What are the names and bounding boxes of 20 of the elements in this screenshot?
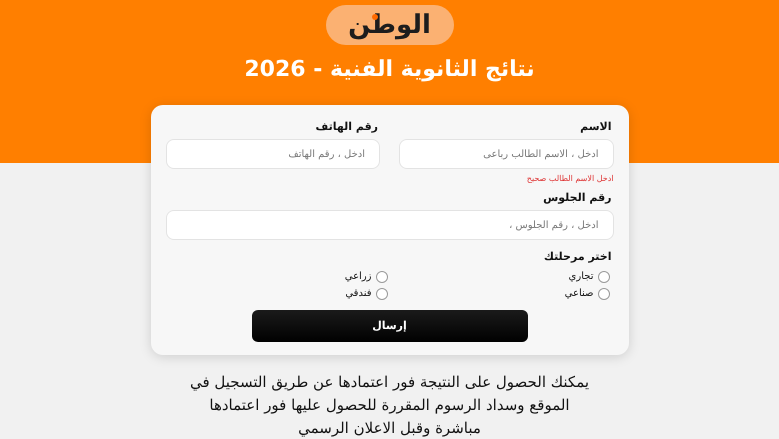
radio-button[interactable] xyxy=(376,271,388,283)
radio-option[interactable]: فندقي xyxy=(345,287,388,301)
field-label: الاسم xyxy=(579,119,612,135)
radio-option[interactable]: صناعي xyxy=(564,287,610,301)
radio-button[interactable] xyxy=(376,288,388,300)
submit-button[interactable]: إرسال xyxy=(252,310,528,342)
field-label: رقم الهاتف xyxy=(314,119,379,135)
input-field[interactable]: ادخل ، الاسم الطالب رباعى xyxy=(399,139,614,169)
logo: الوطن xyxy=(326,5,454,45)
page-title: نتائج الثانوية الفنية - 2026 xyxy=(244,56,535,84)
info-paragraph: يمكنك الحصول على النتيجة فور اعتمادها عن طريق التسجيل في الموقع وسداد الرسوم المقررة للحصول عليها فور اعتمادها مباشرة وقبل الاعلان الرسمي xyxy=(188,372,590,439)
input-field[interactable]: ادخل ، رقم الهاتف xyxy=(166,139,380,169)
field-label: اختر مرحلتك xyxy=(542,249,612,265)
radio-option[interactable]: زراعي xyxy=(344,270,388,284)
radio-button[interactable] xyxy=(598,271,610,283)
input-field[interactable]: ادخل ، رقم الجلوس ، xyxy=(166,210,614,240)
radio-button[interactable] xyxy=(598,288,610,300)
field-label: رقم الجلوس xyxy=(542,190,612,206)
radio-option[interactable]: تجاري xyxy=(568,270,610,284)
error-message: ادخل الاسم الطالب صحيح xyxy=(526,174,614,184)
